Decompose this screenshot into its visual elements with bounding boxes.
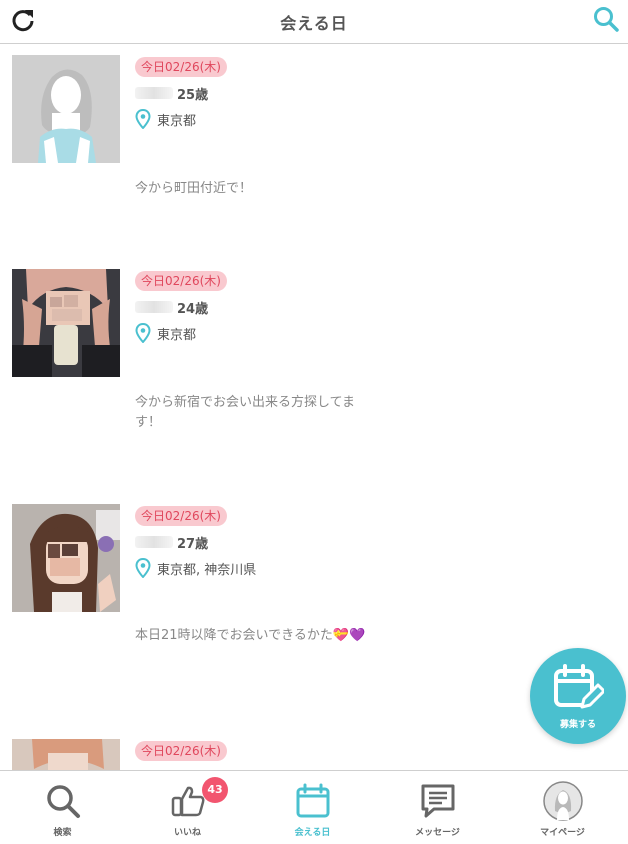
post-feed[interactable]: 今日02/26(木) 25歳 東京都 今から町田付近で！ 今日02/26(木) … xyxy=(0,45,628,770)
age-label: 27歳 xyxy=(177,536,209,552)
nav-label: メッセージ xyxy=(415,828,460,838)
post-message: 今から新宿でお会い出来る方探してます！ xyxy=(135,395,355,430)
location-pin-icon xyxy=(135,558,151,578)
date-badge: 今日02/26(木) xyxy=(135,506,227,526)
location-label: 東京都, 神奈川県 xyxy=(157,562,257,578)
avatar[interactable] xyxy=(12,269,120,377)
nav-label: いいね xyxy=(173,828,201,838)
likes-count-badge: 43 xyxy=(202,777,228,803)
bottom-nav: 検索 43 いいね 会える日 メッセージ マイページ xyxy=(0,770,628,844)
blurred-name xyxy=(135,301,173,313)
message-icon xyxy=(421,784,454,818)
nav-label: マイページ xyxy=(540,828,585,838)
date-badge: 今日02/26(木) xyxy=(135,741,227,761)
calendar-edit-icon xyxy=(554,663,604,708)
recruit-label: 募集する xyxy=(559,719,596,730)
nav-likes[interactable]: 43 いいね xyxy=(125,771,250,844)
nav-mypage[interactable]: マイページ xyxy=(500,771,625,844)
search-icon[interactable] xyxy=(592,5,620,33)
location-label: 東京都 xyxy=(157,113,197,129)
date-badge: 今日02/26(木) xyxy=(135,271,227,291)
search-icon xyxy=(46,785,80,818)
blurred-name xyxy=(135,536,173,548)
nav-search[interactable]: 検索 xyxy=(0,771,125,844)
avatar[interactable] xyxy=(12,504,120,612)
nav-label: 検索 xyxy=(53,828,72,838)
blurred-name xyxy=(135,87,173,99)
avatar[interactable] xyxy=(12,739,120,770)
nav-label: 会える日 xyxy=(294,828,331,838)
age-label: 25歳 xyxy=(177,87,209,103)
thumbs-up-icon xyxy=(171,786,204,817)
post-message: 本日21時以降でお会いできるかた💝💜 xyxy=(135,628,366,643)
user-avatar-icon xyxy=(542,781,583,821)
reload-icon[interactable] xyxy=(10,7,36,33)
page-title: 会える日 xyxy=(280,13,348,33)
location-label: 東京都 xyxy=(157,327,197,343)
avatar-placeholder[interactable] xyxy=(12,55,120,163)
nav-meet-day[interactable]: 会える日 xyxy=(250,771,375,844)
nav-messages[interactable]: メッセージ xyxy=(375,771,500,844)
location-pin-icon xyxy=(135,323,151,343)
age-label: 24歳 xyxy=(177,301,209,317)
app-header: 会える日 xyxy=(0,0,628,44)
calendar-icon xyxy=(296,783,329,818)
location-pin-icon xyxy=(135,109,151,129)
post-message: 今から町田付近で！ xyxy=(135,181,253,196)
date-badge: 今日02/26(木) xyxy=(135,57,227,77)
recruit-button[interactable]: 募集する xyxy=(530,648,626,744)
